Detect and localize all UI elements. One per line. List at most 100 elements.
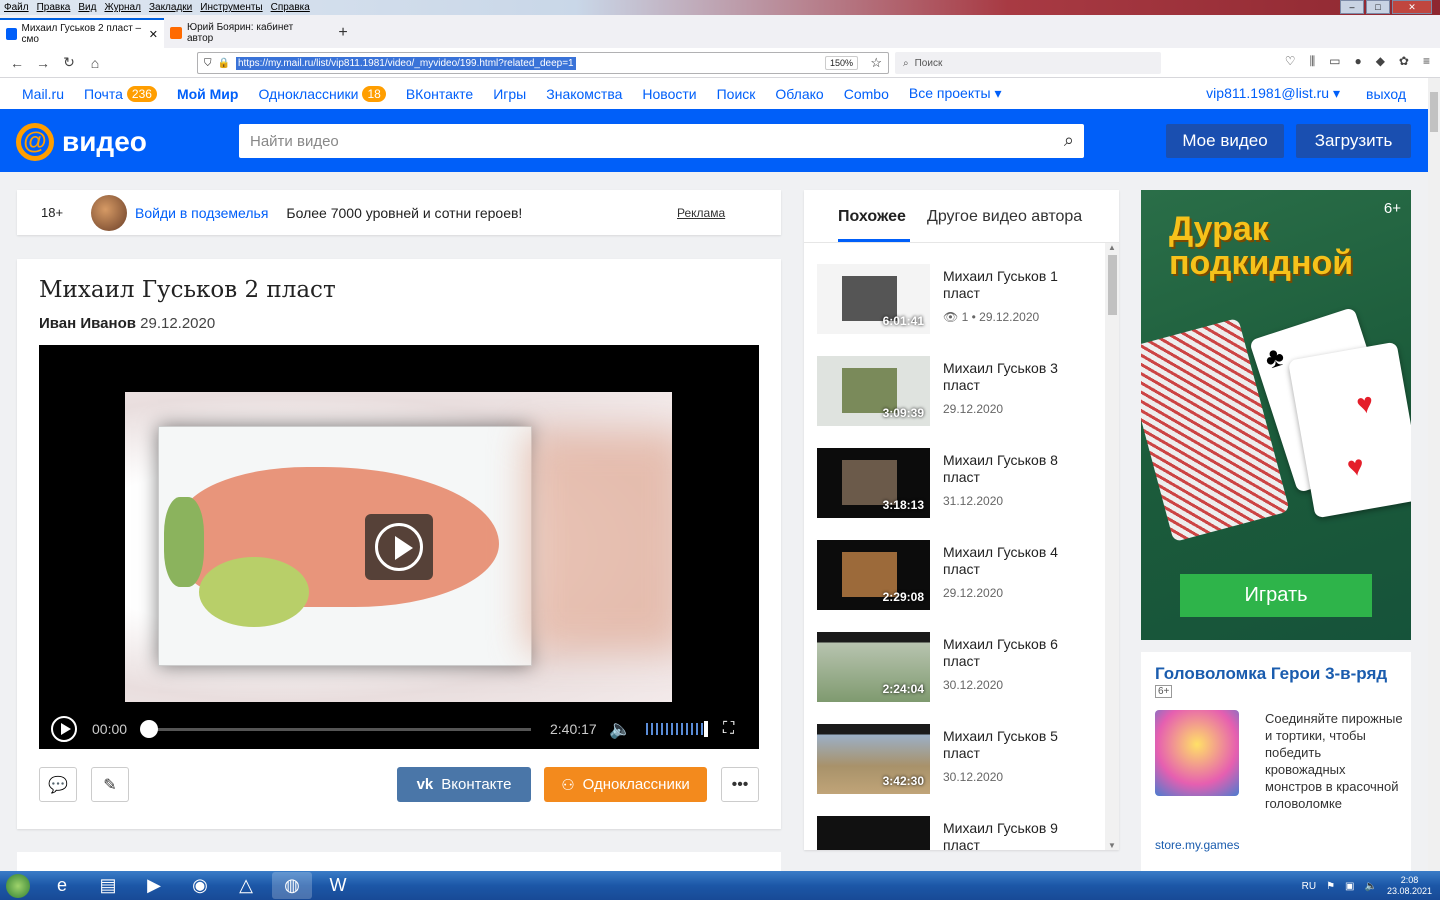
app-icon[interactable]: △ <box>226 872 266 899</box>
browser-search-input[interactable]: ⌕ Поиск <box>895 52 1161 74</box>
menu-icon[interactable]: ≡ <box>1423 54 1430 69</box>
logout-link[interactable]: выход <box>1366 86 1406 102</box>
video-thumbnail[interactable]: 2:29:08 <box>817 540 930 610</box>
chrome-icon[interactable]: ◉ <box>180 872 220 899</box>
firefox-icon[interactable]: ◍ <box>272 872 312 899</box>
related-title[interactable]: Михаил Гуськов 4 пласт <box>943 544 1093 578</box>
related-scrollbar[interactable]: ▲ ▼ <box>1105 243 1119 850</box>
video-thumbnail[interactable]: 6:01:41 <box>817 264 930 334</box>
portal-link-mailru[interactable]: Mail.ru <box>22 86 64 102</box>
media-player-icon[interactable]: ▶ <box>134 872 174 899</box>
big-play-button[interactable] <box>365 514 433 580</box>
menu-history[interactable]: Журнал <box>100 2 145 13</box>
language-indicator[interactable]: RU <box>1302 881 1316 892</box>
close-tab-icon[interactable]: ✕ <box>149 28 158 41</box>
tab-similar[interactable]: Похожее <box>838 208 906 226</box>
zoom-level[interactable]: 150% <box>824 56 858 70</box>
play-pause-button[interactable] <box>51 716 77 742</box>
video-thumbnail[interactable]: 3:09:39 <box>817 356 930 426</box>
library-icon[interactable]: ⫼ <box>1310 54 1316 69</box>
puzzle-ad[interactable]: Головоломка Герои 3-в-ряд 6+ Соединяйте … <box>1141 652 1411 872</box>
tab-video[interactable]: Михаил Гуськов 2 пласт – смо ✕ <box>0 18 164 48</box>
related-title[interactable]: Михаил Гуськов 3 пласт <box>943 360 1093 394</box>
video-search-input[interactable]: Найти видео ⌕ <box>239 124 1084 158</box>
progress-handle[interactable] <box>140 720 158 738</box>
flag-icon[interactable]: ⚑ <box>1326 881 1335 892</box>
list-item[interactable]: 2:29:08 Михаил Гуськов 4 пласт 29.12.202… <box>817 540 1102 612</box>
scroll-down-icon[interactable]: ▼ <box>1108 841 1116 850</box>
list-item[interactable]: 3:09:39 Михаил Гуськов 3 пласт 29.12.202… <box>817 356 1102 428</box>
more-button[interactable]: ••• <box>721 767 759 802</box>
video-player[interactable]: 00:00 2:40:17 🔈 ⛶ <box>39 345 759 749</box>
portal-link-mail[interactable]: Почта 236 <box>84 85 157 102</box>
address-bar[interactable]: ⛉ 🔒 https://my.mail.ru/list/vip811.1981/… <box>197 52 889 74</box>
new-tab-button[interactable]: + <box>328 18 358 48</box>
addon-badge-icon[interactable]: ✿ <box>1399 54 1409 69</box>
bookmark-star-icon[interactable]: ☆ <box>870 55 882 71</box>
clock[interactable]: 2:08 23.08.2021 <box>1387 875 1432 897</box>
portal-link-vk[interactable]: ВКонтакте <box>406 86 473 102</box>
ie-icon[interactable]: e <box>42 872 82 899</box>
list-item[interactable]: Михаил Гуськов 9 пласт <box>817 816 1102 850</box>
fullscreen-icon[interactable]: ⛶ <box>723 720 734 738</box>
ad2-source-link[interactable]: store.my.games <box>1155 838 1239 852</box>
search-icon[interactable]: ⌕ <box>1064 130 1074 151</box>
explorer-icon[interactable]: ▤ <box>88 872 128 899</box>
maximize-button[interactable]: □ <box>1366 0 1390 14</box>
menu-edit[interactable]: Правка <box>33 2 75 13</box>
scroll-up-icon[interactable]: ▲ <box>1108 243 1116 252</box>
tab-author-cabinet[interactable]: Юрий Боярин: кабинет автор <box>164 18 328 48</box>
portal-link-combo[interactable]: Combo <box>844 86 889 102</box>
related-title[interactable]: Михаил Гуськов 1 пласт <box>943 268 1093 302</box>
upload-button[interactable]: Загрузить <box>1296 124 1411 158</box>
video-logo[interactable]: @ видео <box>16 123 147 161</box>
menu-help[interactable]: Справка <box>267 2 314 13</box>
list-item[interactable]: 3:18:13 Михаил Гуськов 8 пласт 31.12.202… <box>817 448 1102 520</box>
volume-icon[interactable]: 🔈 <box>609 719 631 740</box>
network-icon[interactable]: ▣ <box>1345 881 1354 892</box>
related-title[interactable]: Михаил Гуськов 8 пласт <box>943 452 1093 486</box>
word-icon[interactable]: W <box>318 872 358 899</box>
play-game-button[interactable]: Играть <box>1180 574 1372 617</box>
forward-icon[interactable]: → <box>30 55 56 71</box>
video-thumbnail[interactable]: 3:42:30 <box>817 724 930 794</box>
related-title[interactable]: Михаил Гуськов 6 пласт <box>943 636 1093 670</box>
addon-icon[interactable]: ◆ <box>1376 54 1385 69</box>
video-thumbnail[interactable] <box>817 816 930 850</box>
shield-icon[interactable]: ⛉ <box>204 58 212 69</box>
list-item[interactable]: 6:01:41 Михаил Гуськов 1 пласт 👁 1 • 29.… <box>817 264 1102 336</box>
url-text[interactable]: https://my.mail.ru/list/vip811.1981/vide… <box>235 56 576 70</box>
author-name[interactable]: Иван Иванов <box>39 315 136 332</box>
list-item[interactable]: 2:24:04 Михаил Гуськов 6 пласт 30.12.202… <box>817 632 1102 704</box>
edit-button[interactable]: ✎ <box>91 767 129 802</box>
tab-author-videos[interactable]: Другое видео автора <box>927 208 1082 226</box>
menu-view[interactable]: Вид <box>74 2 100 13</box>
page-scroll-thumb[interactable] <box>1430 92 1438 132</box>
speaker-icon[interactable]: 🔈 <box>1365 881 1377 892</box>
video-thumbnail[interactable]: 3:18:13 <box>817 448 930 518</box>
close-window-button[interactable]: ✕ <box>1392 0 1432 14</box>
share-ok-button[interactable]: ⚇ Одноклассники <box>544 767 707 802</box>
related-title[interactable]: Михаил Гуськов 5 пласт <box>943 728 1093 762</box>
portal-link-cloud[interactable]: Облако <box>775 86 823 102</box>
menu-file[interactable]: Файл <box>0 2 33 13</box>
volume-handle[interactable] <box>704 721 708 737</box>
portal-link-my-world[interactable]: Мой Мир <box>177 86 239 102</box>
progress-track[interactable] <box>143 728 531 731</box>
home-icon[interactable]: ⌂ <box>82 55 108 71</box>
scroll-thumb[interactable] <box>1108 255 1117 315</box>
portal-link-all-projects[interactable]: Все проекты ▾ <box>909 85 1002 102</box>
game-ad-banner[interactable]: 6+ Дурак подкидной ♣♦ ♥♥ Играть <box>1141 190 1411 640</box>
portal-link-search[interactable]: Поиск <box>717 86 756 102</box>
reload-icon[interactable]: ↻ <box>56 54 82 71</box>
ad-label[interactable]: Реклама <box>677 206 725 220</box>
pocket-icon[interactable]: ♡ <box>1285 54 1296 69</box>
list-item[interactable]: 3:42:30 Михаил Гуськов 5 пласт 30.12.202… <box>817 724 1102 796</box>
video-thumbnail[interactable]: 2:24:04 <box>817 632 930 702</box>
ad-link[interactable]: Войди в подземелья <box>135 205 268 221</box>
menu-tools[interactable]: Инструменты <box>196 2 266 13</box>
ad-banner-top[interactable]: 18+ Войди в подземелья Более 7000 уровне… <box>17 190 781 235</box>
page-scrollbar[interactable] <box>1428 78 1440 871</box>
game-image[interactable] <box>1155 710 1239 796</box>
share-vk-button[interactable]: vk Вконтакте <box>397 767 531 802</box>
